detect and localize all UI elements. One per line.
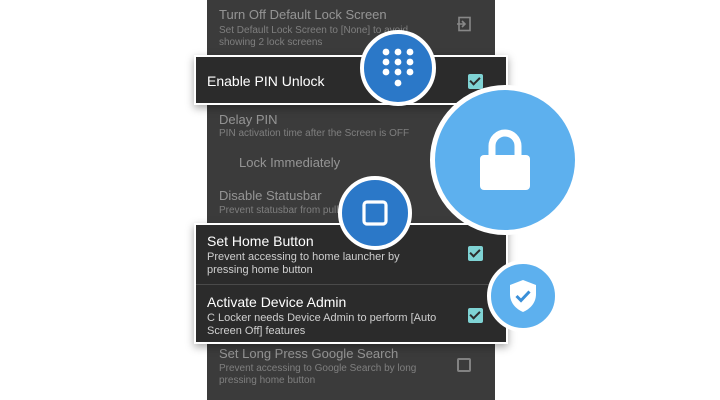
device-admin-title: Activate Device Admin <box>207 294 347 310</box>
turn-off-lock-title: Turn Off Default Lock Screen <box>219 7 387 22</box>
square-icon <box>362 200 388 226</box>
exit-icon[interactable] <box>456 16 472 32</box>
device-admin-row[interactable]: Activate Device Admin C Locker needs Dev… <box>196 285 506 344</box>
turn-off-lock-row[interactable]: Turn Off Default Lock Screen Set Default… <box>207 0 495 52</box>
set-home-subtitle: Prevent accessing to home launcher by pr… <box>207 251 400 276</box>
home-badge <box>338 176 412 250</box>
delay-pin-subtitle: PIN activation time after the Screen is … <box>219 128 410 139</box>
long-press-search-checkbox[interactable] <box>457 358 471 372</box>
shield-badge <box>487 260 559 332</box>
shield-check-icon <box>510 280 536 312</box>
lock-badge <box>430 85 580 235</box>
enable-pin-checkbox[interactable] <box>468 74 483 89</box>
long-press-search-row[interactable]: Set Long Press Google Search Prevent acc… <box>207 343 495 400</box>
long-press-search-title: Set Long Press Google Search <box>219 346 399 361</box>
lock-icon <box>480 129 530 190</box>
device-admin-checkbox[interactable] <box>468 308 483 323</box>
set-home-checkbox[interactable] <box>468 246 483 261</box>
keypad-badge <box>360 30 436 106</box>
enable-pin-row[interactable]: Enable PIN Unlock <box>194 55 508 105</box>
device-admin-subtitle: C Locker needs Device Admin to perform [… <box>207 312 437 337</box>
set-home-title: Set Home Button <box>207 233 314 249</box>
delay-pin-title: Delay PIN <box>219 112 278 127</box>
long-press-search-subtitle: Prevent accessing to Google Search by lo… <box>219 363 417 386</box>
keypad-icon <box>382 48 414 87</box>
delay-pin-select[interactable]: Lock Immediately <box>239 155 340 171</box>
enable-pin-title: Enable PIN Unlock <box>207 73 325 89</box>
disable-statusbar-title: Disable Statusbar <box>219 188 322 203</box>
